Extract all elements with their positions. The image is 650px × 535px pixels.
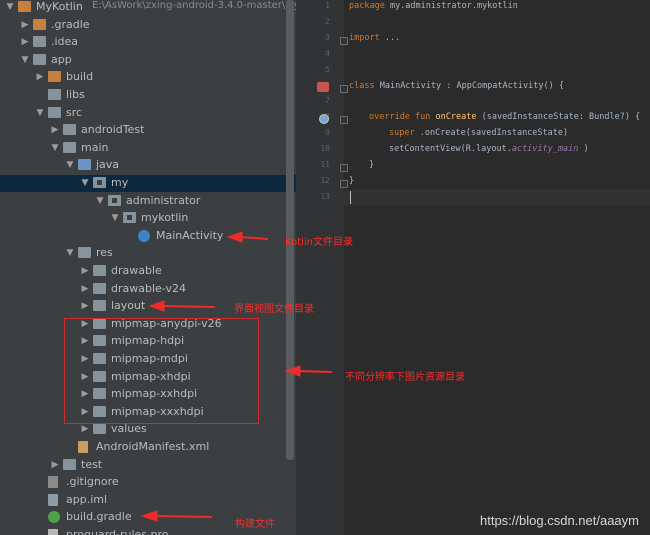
line-number: 1 bbox=[325, 1, 330, 10]
code-line: super .onCreate(savedInstanceState) bbox=[389, 128, 569, 139]
code-line: } bbox=[369, 160, 375, 170]
kotlin-dir-annotation: Kotlin文件目录 bbox=[285, 237, 353, 248]
code-line: import ... bbox=[349, 32, 401, 43]
line-number: 3 bbox=[325, 32, 330, 42]
line-number: 9 bbox=[325, 128, 330, 138]
code-line: setContentView(R.layout.activity_main ) bbox=[389, 144, 589, 155]
code-line: override fun onCreate (savedInstanceStat… bbox=[369, 112, 641, 123]
fold-marker-icon[interactable] bbox=[340, 116, 348, 125]
fold-marker-icon[interactable] bbox=[340, 84, 348, 93]
code-line: } bbox=[349, 175, 355, 186]
line-number: 2 bbox=[325, 16, 330, 26]
line-number: 4 bbox=[325, 48, 330, 58]
fold-marker-icon[interactable] bbox=[340, 179, 348, 188]
code-line: package my.administrator.mykotlin bbox=[349, 1, 518, 11]
layout-dir-annotation: 界面视图文件目录 bbox=[234, 304, 314, 315]
fold-marker-icon[interactable] bbox=[340, 164, 348, 172]
line-number: 10 bbox=[320, 144, 330, 154]
line-number: 5 bbox=[325, 64, 330, 74]
mipmap-dir-annotation: 不同分辨率下图片资源目录 bbox=[345, 372, 465, 383]
watermark: https://blog.csdn.net/aaaym bbox=[480, 513, 639, 528]
line-number: 13 bbox=[320, 191, 330, 201]
run-class-icon[interactable] bbox=[317, 81, 329, 92]
line-number: 12 bbox=[320, 175, 330, 185]
code-line: class MainActivity : AppCompatActivity()… bbox=[349, 80, 564, 91]
fold-marker-icon[interactable] bbox=[340, 36, 348, 45]
line-number: 7 bbox=[325, 96, 330, 106]
text-caret bbox=[350, 190, 351, 204]
build-file-annotation: 构建文件 bbox=[235, 519, 275, 530]
line-number: 11 bbox=[320, 160, 330, 169]
